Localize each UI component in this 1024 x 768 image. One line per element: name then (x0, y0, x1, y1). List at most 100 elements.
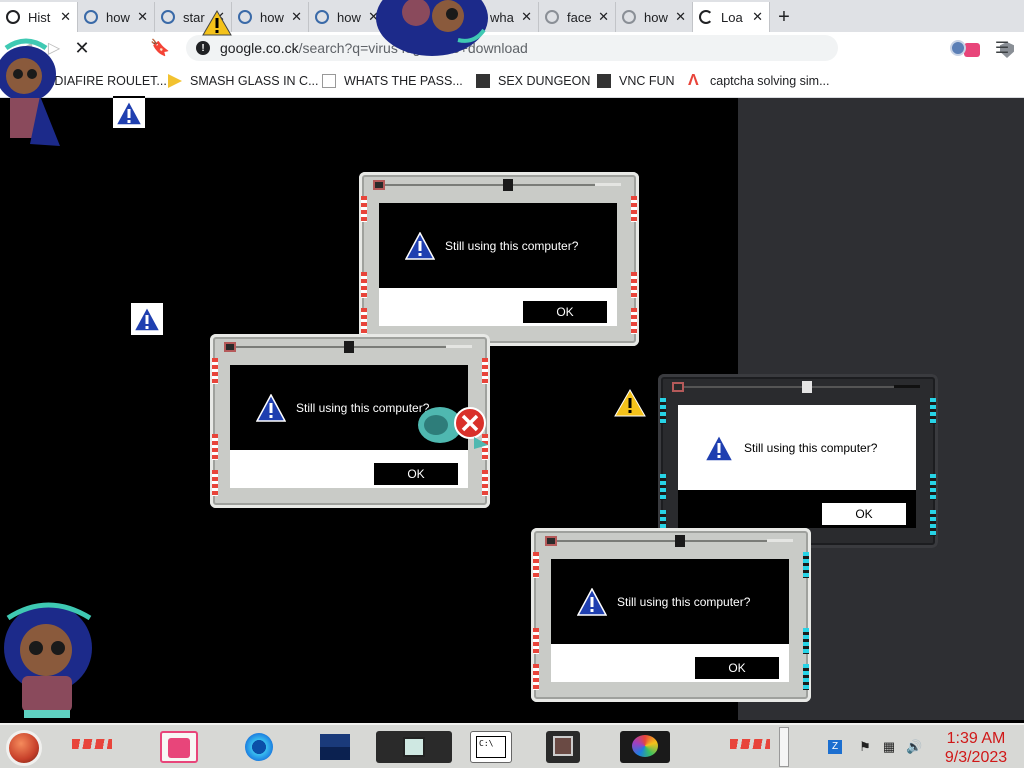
tab-how-1[interactable]: how ✕ (78, 2, 155, 32)
globe-icon (545, 10, 559, 24)
close-icon[interactable]: ✕ (60, 9, 71, 25)
yellow-warning-icon[interactable] (202, 10, 232, 39)
close-icon[interactable]: ✕ (521, 9, 532, 25)
bookmark-label: WHATS THE PASS... (344, 74, 463, 88)
tab-strip: Hist ✕ how ✕ star ✕ how ✕ how ✕ viru ✕ (0, 0, 1024, 32)
dialog-message: Still using this computer? (296, 400, 430, 415)
bookmark-icon[interactable]: 🔖 (146, 34, 174, 62)
info-icon[interactable]: ! (196, 41, 210, 55)
mascot-character (0, 26, 62, 150)
clock-time: 1:39 AM (946, 730, 1006, 747)
warning-icon (256, 393, 286, 422)
profile-icon[interactable] (950, 40, 966, 56)
tab-loading[interactable]: Loa ✕ (693, 2, 770, 32)
bookmarks-bar: EDIAFIRE ROULET... SMASH GLASS IN C... W… (0, 64, 1024, 98)
bookmark-label: VNC FUN (619, 74, 675, 88)
tab-face[interactable]: face ✕ (539, 2, 616, 32)
bookmark-label: SMASH GLASS IN C... (190, 74, 319, 88)
start-button[interactable] (6, 730, 42, 766)
close-icon[interactable]: ✕ (137, 9, 148, 25)
taskbar-app-paint[interactable] (620, 731, 670, 763)
browser-icon (245, 733, 273, 761)
loading-spinner-icon (699, 10, 713, 24)
dialog-message: Still using this computer? (617, 594, 751, 609)
screen: Hist ✕ how ✕ star ✕ how ✕ how ✕ viru ✕ (0, 0, 1024, 768)
taskbar-app-window-2[interactable] (546, 731, 580, 763)
dialog-still-using-3: Still using this computer? OK (658, 374, 938, 548)
globe-icon (315, 10, 329, 24)
window-icon (672, 382, 684, 392)
bookmark-captcha[interactable]: Λ captcha solving sim... (688, 72, 830, 90)
page-icon (322, 74, 336, 88)
reader-extension-icon[interactable] (964, 43, 980, 57)
browser-toolbar: ◀ ▷ ✕ 🔖 ! google.co.ck/search?q=virus le… (0, 32, 1024, 64)
new-tab-button[interactable]: + (770, 2, 798, 32)
bookmark-vnc-fun[interactable]: VNC FUN (597, 72, 675, 90)
taskbar-app-terminal[interactable]: C:\ (470, 731, 512, 763)
close-icon[interactable]: ✕ (598, 9, 609, 25)
bookmark-whats-the-pass[interactable]: WHATS THE PASS... (322, 72, 463, 90)
tab-label: how (337, 9, 361, 25)
tab-label: how (644, 9, 668, 25)
ok-button[interactable]: OK (695, 657, 779, 679)
taskbar-app-store[interactable] (316, 731, 354, 763)
dialog-message: Still using this computer? (445, 238, 579, 253)
tab-label: how (260, 9, 284, 25)
close-icon[interactable]: ✕ (675, 9, 686, 25)
system-clock[interactable]: 1:39 AM 9/3/2023 (936, 729, 1016, 767)
close-icon[interactable]: ✕ (291, 9, 302, 25)
window-icon (224, 342, 236, 352)
taskbar-app-notes[interactable] (160, 731, 198, 763)
notes-icon (168, 738, 190, 758)
tab-label: wha (490, 9, 514, 25)
stop-button[interactable]: ✕ (68, 34, 96, 62)
dialog-still-using-1: Still using this computer? OK (359, 172, 639, 346)
terminal-icon: C:\ (476, 736, 506, 758)
mascot-character (0, 596, 98, 722)
dialog-titlebar[interactable] (224, 340, 476, 354)
menu-icon[interactable]: ☰ (994, 38, 1010, 58)
yellow-warning-icon[interactable] (614, 388, 646, 420)
tab-how-2[interactable]: how ✕ (232, 2, 309, 32)
warning-icon (704, 433, 734, 462)
ok-button[interactable]: OK (822, 503, 906, 525)
ok-button[interactable]: OK (374, 463, 458, 485)
volume-icon[interactable]: 🔊 (906, 740, 922, 754)
cube-icon (476, 74, 490, 88)
network-icon[interactable]: ▦ (882, 740, 896, 754)
bookmark-smash-glass[interactable]: SMASH GLASS IN C... (168, 72, 319, 90)
globe-icon (622, 10, 636, 24)
url-host: google.co.ck (220, 40, 299, 56)
tab-label: Hist (28, 9, 51, 25)
window-icon (373, 180, 385, 190)
tab-label: face (567, 9, 592, 25)
warning-icon[interactable] (113, 96, 145, 128)
globe-icon (161, 10, 175, 24)
warning-icon[interactable] (131, 303, 163, 335)
taskbar-app-window-1[interactable] (376, 731, 452, 763)
close-icon[interactable]: ✕ (752, 9, 763, 25)
dialog-titlebar[interactable] (672, 380, 924, 394)
dialog-titlebar[interactable] (545, 534, 797, 548)
globe-icon (238, 10, 252, 24)
clock-date: 9/3/2023 (944, 749, 1008, 766)
ok-button[interactable]: OK (523, 301, 607, 323)
globe-icon (84, 10, 98, 24)
cube-icon (597, 74, 611, 88)
bookmark-sex-dungeon[interactable]: SEX DUNGEON (476, 72, 590, 90)
language-icon[interactable]: Z (828, 740, 842, 754)
dialog-titlebar[interactable] (373, 178, 625, 192)
folder-icon (168, 74, 182, 88)
window-thumbnail-icon (553, 736, 573, 756)
history-icon (6, 10, 20, 24)
taskbar: C:\ Z ⚑ ▦ 🔊 1:39 AM 9/3/2023 (0, 723, 1024, 768)
window-icon (545, 536, 557, 546)
taskbar-divider (779, 727, 789, 767)
address-bar[interactable]: ! google.co.ck/search?q=virus legit+free… (186, 35, 1014, 61)
flag-icon[interactable]: ⚑ (858, 740, 872, 754)
tab-how-4[interactable]: how ✕ (616, 2, 693, 32)
bookmark-mediafire[interactable]: EDIAFIRE ROULET... (46, 72, 167, 90)
error-cursor-icon (418, 403, 490, 451)
bookmark-label: captcha solving sim... (710, 74, 830, 88)
taskbar-app-browser[interactable] (240, 731, 278, 763)
